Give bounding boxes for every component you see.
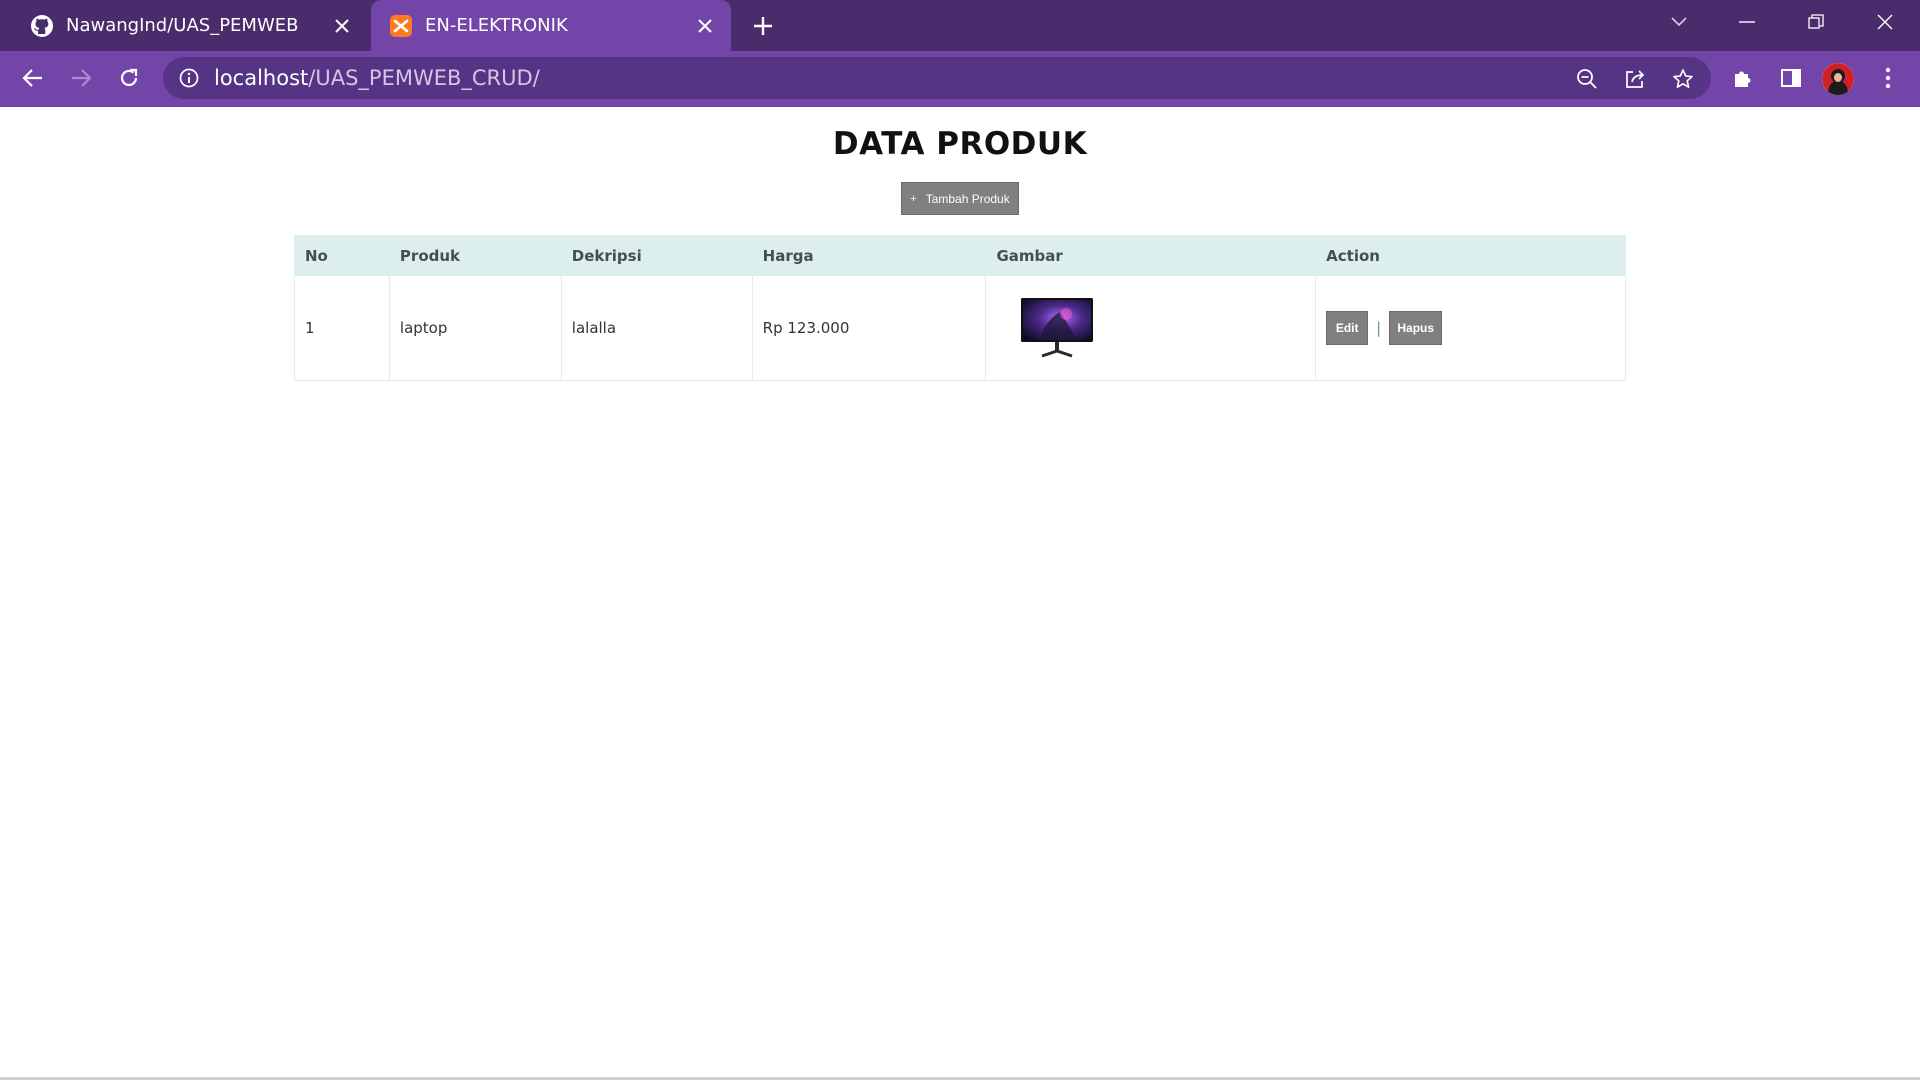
column-header-action: Action — [1315, 235, 1626, 276]
url-path: /UAS_PEMWEB_CRUD/ — [308, 66, 540, 90]
tab-en-elektronik[interactable]: EN-ELEKTRONIK — [371, 0, 731, 51]
cell-deskripsi: lalalla — [560, 275, 753, 381]
plus-icon: + — [910, 192, 917, 205]
zoom-out-icon[interactable] — [1573, 65, 1601, 93]
column-header-no: No — [294, 235, 390, 276]
back-icon[interactable] — [17, 62, 49, 94]
delete-button[interactable]: Hapus — [1389, 311, 1443, 345]
table-row: 1 laptop lalalla Rp 123.000 Edit | Hapus — [294, 275, 1626, 381]
close-window-icon[interactable] — [1867, 8, 1903, 36]
tab-search-chevron-down-icon[interactable] — [1661, 8, 1697, 36]
site-info-icon[interactable] — [178, 67, 200, 89]
reload-icon[interactable] — [113, 62, 145, 94]
edit-button[interactable]: Edit — [1326, 311, 1369, 345]
cell-no: 1 — [294, 275, 390, 381]
close-tab-icon[interactable] — [693, 14, 717, 38]
profile-avatar[interactable] — [1822, 63, 1854, 95]
tab-title: NawangInd/UAS_PEMWEB — [66, 15, 299, 36]
github-icon — [30, 14, 54, 38]
cell-action: Edit | Hapus — [1315, 275, 1626, 381]
minimize-icon[interactable] — [1729, 8, 1765, 36]
column-header-produk: Produk — [388, 235, 562, 276]
browser-toolbar: localhost/UAS_PEMWEB_CRUD/ — [0, 51, 1920, 105]
toolbar-divider — [0, 105, 1920, 107]
cell-harga: Rp 123.000 — [751, 275, 987, 381]
column-header-dekripsi: Dekripsi — [560, 235, 753, 276]
close-tab-icon[interactable] — [330, 14, 354, 38]
table-header-row: No Produk Dekripsi Harga Gambar Action — [294, 235, 1626, 276]
product-image — [1020, 296, 1094, 360]
bookmark-star-icon[interactable] — [1669, 65, 1697, 93]
url-text: localhost/UAS_PEMWEB_CRUD/ — [214, 66, 540, 90]
menu-kebab-icon[interactable] — [1872, 62, 1904, 94]
tab-title: EN-ELEKTRONIK — [425, 15, 568, 36]
row-actions: Edit | Hapus — [1326, 311, 1615, 345]
side-panel-icon[interactable] — [1775, 62, 1807, 94]
new-tab-icon[interactable] — [750, 13, 776, 39]
address-bar[interactable]: localhost/UAS_PEMWEB_CRUD/ — [163, 57, 1711, 99]
tab-strip: NawangInd/UAS_PEMWEB EN-ELEKTRONIK — [0, 0, 1920, 51]
cell-produk: laptop — [388, 275, 562, 381]
xampp-icon — [389, 14, 413, 38]
page-title: DATA PRODUK — [832, 126, 1088, 162]
restore-icon[interactable] — [1798, 8, 1834, 36]
share-icon[interactable] — [1621, 65, 1649, 93]
url-host: localhost — [214, 66, 309, 90]
tab-github[interactable]: NawangInd/UAS_PEMWEB — [0, 0, 368, 51]
action-separator: | — [1376, 319, 1382, 337]
add-product-label: Tambah Produk — [925, 191, 1010, 206]
cell-gambar — [985, 275, 1317, 381]
forward-icon[interactable] — [65, 62, 97, 94]
extensions-puzzle-icon[interactable] — [1727, 62, 1759, 94]
add-product-button[interactable]: + Tambah Produk — [901, 182, 1019, 215]
column-header-harga: Harga — [751, 235, 987, 276]
product-table: No Produk Dekripsi Harga Gambar Action 1… — [294, 235, 1626, 381]
column-header-gambar: Gambar — [985, 235, 1317, 276]
